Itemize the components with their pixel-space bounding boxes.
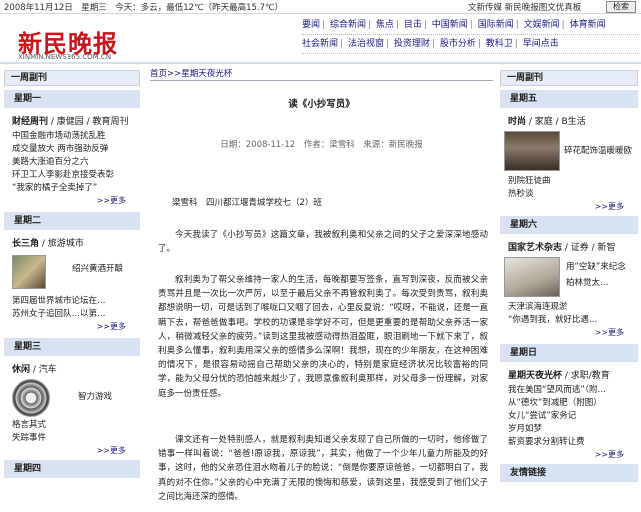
section-head-links: 友情链接 <box>500 464 638 482</box>
nav-link[interactable]: 焦点 <box>376 20 394 30</box>
section-head-wednesday: 星期三 <box>4 338 140 356</box>
section-head-friday: 星期五 <box>500 90 638 108</box>
section-head-sunday: 星期日 <box>500 344 638 362</box>
date-weather: 2008年11月12日 星期三 今天：多云，最低12℃（昨天最高15.7℃） <box>4 3 284 13</box>
list-item[interactable]: 薪资要求分割转让费 <box>500 436 638 449</box>
list-item[interactable]: “我家的橘子全卖掉了” <box>4 182 140 195</box>
nav-link[interactable]: 社会新闻 <box>302 39 338 49</box>
nav-link[interactable]: 综合新闻 <box>330 20 366 30</box>
section-head-thursday: 星期四 <box>4 460 140 478</box>
list-item[interactable]: 苏州女子追回队…以第… <box>4 308 140 321</box>
thumbnail-image[interactable] <box>12 379 50 417</box>
article-paragraph: 课文还有一处特别感人，就是叙利奥知道父亲发现了自己所做的一切时，他修做了错事一样… <box>158 435 488 502</box>
nav-link[interactable]: 中国新闻 <box>432 20 468 30</box>
list-item[interactable]: 热秒谈 <box>500 188 638 201</box>
article-meta: 日期：2008-11-12 作者：梁雪科 来源：新民晚报 <box>220 140 423 150</box>
list-item[interactable]: 中国金融市场动荡扰乱胜 <box>4 130 140 143</box>
nav-link[interactable]: 目击 <box>404 20 422 30</box>
list-item[interactable]: 碎花配饰温暖暖欧 <box>564 145 632 158</box>
section-category[interactable]: 长三角 / 旅游城市 <box>4 236 140 249</box>
article-paragraph: 叙利奥为了帮父亲维持一家人的生活，每晚都要写签条，直写到深夜，反而被父亲责骂并且… <box>158 275 488 399</box>
list-item[interactable]: 别院狂徒曲 <box>500 175 638 188</box>
list-item[interactable]: 格言其式 <box>4 419 140 432</box>
section-head-tuesday: 星期二 <box>4 212 140 230</box>
more-link[interactable]: >>更多 <box>500 327 638 338</box>
nav-link[interactable]: 国际新闻 <box>478 20 514 30</box>
article-title: 读《小抄写员》 <box>288 99 355 110</box>
article-area: 首页>>星期天夜光杯 读《小抄写员》 日期：2008-11-12 作者：梁雪科 … <box>150 68 493 512</box>
nav-link[interactable]: 股市分析 <box>440 39 476 49</box>
author-line: 梁雪科 四川都江堰青城学校七（2）班 <box>172 198 322 208</box>
list-item[interactable]: “你遇到我，就好比遇… <box>500 314 638 327</box>
left-sidebar: 一周副刊 星期一 财经周刊 / 康健园 / 教育周刊 中国金融市场动荡扰乱胜 成… <box>4 70 140 512</box>
section-category[interactable]: 休闲 / 汽车 <box>4 362 140 375</box>
more-link[interactable]: >>更多 <box>4 445 140 456</box>
list-item[interactable]: 用“空缺”来纪念 <box>566 261 626 274</box>
more-link[interactable]: >>更多 <box>4 195 140 206</box>
section-category[interactable]: 时尚 / 家庭 / B生活 <box>500 114 638 127</box>
list-item[interactable]: 成交量放大 两市强劲反弹 <box>4 143 140 156</box>
list-item[interactable]: 从“德坎”到减肥（附图） <box>500 397 638 410</box>
main-nav: 要闻 | 综合新闻 | 焦点 | 目击 | 中国新闻 | 国际新闻 | 文娱新闻 | 体育新闻… <box>302 16 640 54</box>
article-paragraph: 今天我读了《小抄写员》这篇文章，我被叙利奥和父亲之间的父子之爱深深地感动了。 <box>158 230 488 255</box>
thumbnail-image[interactable] <box>12 255 46 289</box>
more-link[interactable]: >>更多 <box>500 449 638 460</box>
section-category[interactable]: 国家艺术杂志 / 证券 / 新智 <box>500 240 638 253</box>
list-item[interactable]: 环卫工人李影赴京接受表彰 <box>4 169 140 182</box>
top-bar: 2008年11月12日 星期三 今天：多云，最低12℃（昨天最高15.7℃） 文… <box>0 0 641 14</box>
sidebar-title: 一周副刊 <box>4 70 140 86</box>
section-head-monday: 星期一 <box>4 90 140 108</box>
section-head-saturday: 星期六 <box>500 216 638 234</box>
list-item[interactable]: 第四届世界城市论坛在… <box>4 295 140 308</box>
list-item[interactable]: 女儿“尝试”家务记 <box>500 410 638 423</box>
list-item[interactable]: 智力游戏 <box>78 391 112 404</box>
list-item[interactable]: 天津滨海连现淤 <box>500 301 638 314</box>
section-category[interactable]: 财经周刊 / 康健园 / 教育周刊 <box>4 114 140 127</box>
search-button[interactable]: 检索 <box>606 1 636 13</box>
thumbnail-image[interactable] <box>504 257 560 297</box>
nav-link[interactable]: 要闻 <box>302 20 320 30</box>
nav-row-2: 社会新闻 | 法治视窗 | 投资理财 | 股市分析 | 教科卫 | 早间点击 <box>302 35 640 54</box>
site-url: XINMIN.NEWS365.COM.CN <box>18 53 112 61</box>
list-item[interactable]: 失踪事件 <box>4 432 140 445</box>
list-item[interactable]: 柏林觉太… <box>566 277 609 290</box>
thumbnail-image[interactable] <box>504 131 560 171</box>
nav-link[interactable]: 早间点击 <box>523 39 559 49</box>
right-sidebar: 一周副刊 星期五 时尚 / 家庭 / B生活 碎花配饰温暖暖欧 别院狂徒曲 热秒… <box>500 70 638 512</box>
breadcrumb[interactable]: 首页>>星期天夜光杯 <box>150 68 493 81</box>
list-item[interactable]: 绍兴黄酒开酿 <box>72 263 123 276</box>
nav-link[interactable]: 文娱新闻 <box>524 20 560 30</box>
sidebar-title: 一周副刊 <box>500 70 638 86</box>
header-links[interactable]: 文新传媒 新民晚报图文优真板 <box>468 1 581 13</box>
more-link[interactable]: >>更多 <box>500 201 638 212</box>
more-link[interactable]: >>更多 <box>4 321 140 332</box>
nav-link[interactable]: 法治视窗 <box>348 39 384 49</box>
nav-row-1: 要闻 | 综合新闻 | 焦点 | 目击 | 中国新闻 | 国际新闻 | 文娱新闻 | 体育新闻 <box>302 16 640 35</box>
nav-link[interactable]: 教科卫 <box>486 39 513 49</box>
nav-link[interactable]: 投资理财 <box>394 39 430 49</box>
section-category[interactable]: 星期天夜光杯 / 求职/教育 <box>500 368 638 381</box>
header-divider <box>0 62 641 64</box>
list-item[interactable]: 岁月如梦 <box>500 423 638 436</box>
nav-link[interactable]: 体育新闻 <box>570 20 606 30</box>
list-item[interactable]: 我在美国“望风而逃”（附… <box>500 384 638 397</box>
list-item[interactable]: 美路大涨逾百分之六 <box>4 156 140 169</box>
